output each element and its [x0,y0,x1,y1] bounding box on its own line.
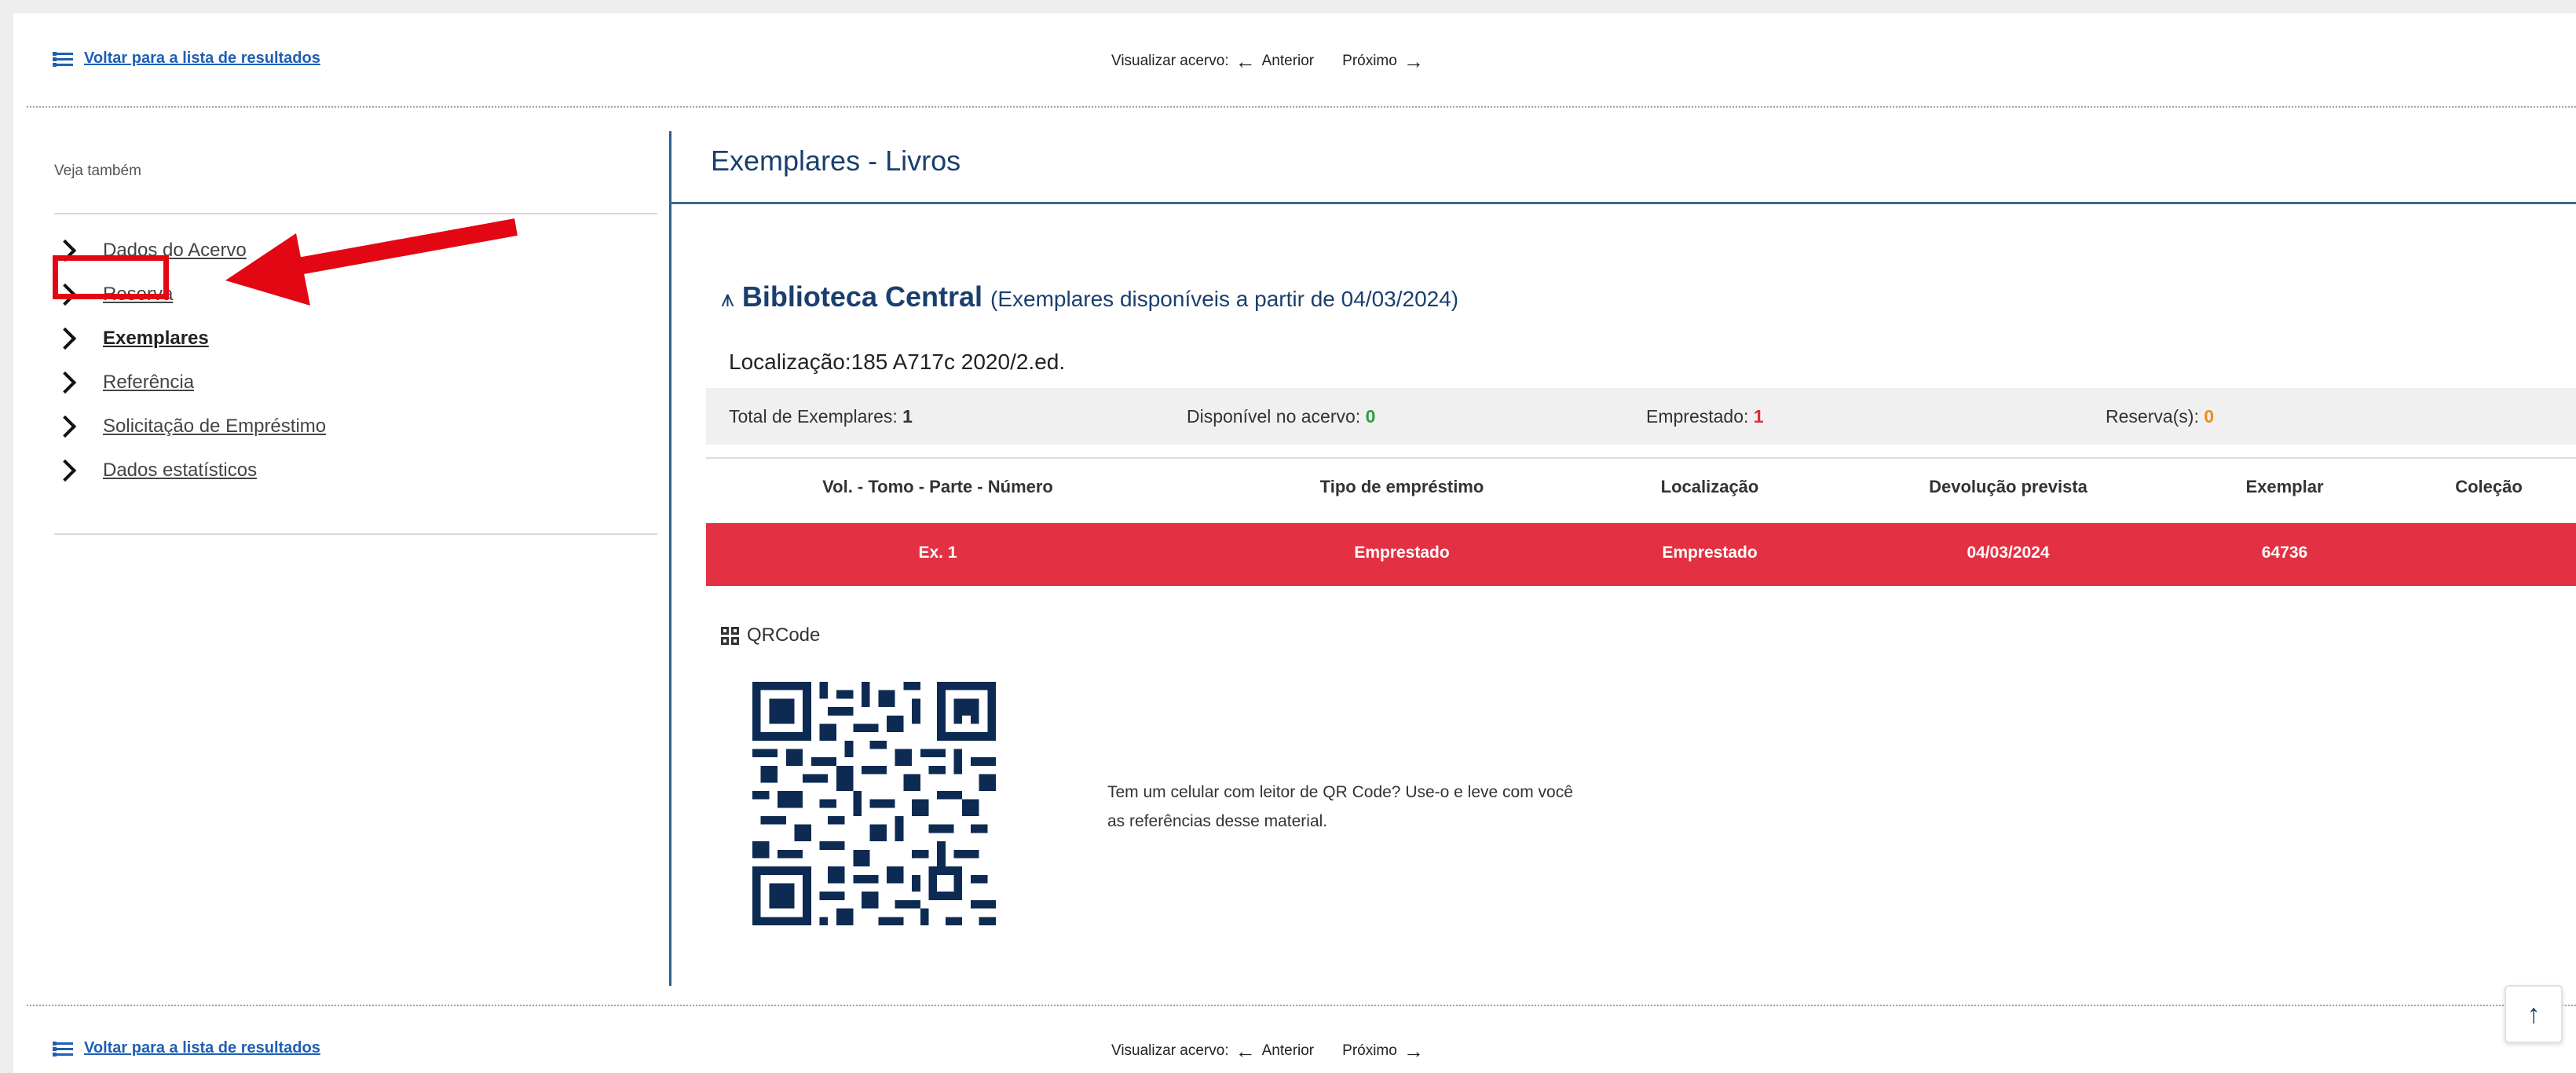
sidebar-item-dados-estatisticos[interactable]: Dados estatísticos [53,449,326,493]
sidebar: Veja também Dados do Acervo Reserva Exem… [53,131,657,540]
column-header: Vol. - Tomo - Parte - Número [822,477,1053,496]
column-header: Tipo de empréstimo [1319,477,1484,496]
page-title: Exemplares - Livros [711,145,961,177]
arrow-left-icon: ← [1235,49,1256,73]
prev-label: Anterior [1261,53,1315,69]
cell-tipo-emprestimo: Emprestado [1354,544,1450,562]
sidebar-item-referencia[interactable]: Referência [53,361,326,405]
list-icon [53,51,73,67]
table-row[interactable]: Ex. 1 Emprestado Emprestado 04/03/2024 6… [706,523,2576,586]
next-button[interactable]: Próximo → [1342,51,1424,71]
back-to-results-link[interactable]: Voltar para a lista de resultados [53,49,320,68]
arrow-up-icon: ↑ [2527,998,2541,1029]
column-header: Localização [1660,477,1759,496]
arrow-right-icon: → [1403,49,1424,73]
title-rule [669,202,2576,204]
emprestado: Emprestado: 1 [1646,406,1764,427]
disponivel-acervo: Disponível no acervo: 0 [1187,406,1375,427]
total-exemplares: Total de Exemplares: 1 [729,406,913,427]
qrcode-label: QRCode [721,624,820,646]
cell-localizacao: Emprestado [1662,544,1758,562]
res-label: Reserva(s): [2106,405,2199,427]
cell-exemplar: 64736 [2261,544,2308,562]
page: Voltar para a lista de resultados Visual… [13,13,2576,1073]
column-header: Devolução prevista [1929,477,2088,496]
column-header: Exemplar [2245,477,2324,496]
sidebar-bottom-rule [54,533,657,535]
sidebar-item-label: Exemplares [103,328,209,349]
sidebar-item-solicitacao-emprestimo[interactable]: Solicitação de Empréstimo [53,405,327,449]
sidebar-item-exemplares[interactable]: Exemplares [53,317,326,361]
chevron-right-icon [53,327,77,350]
back-to-results-label: Voltar para a lista de resultados [84,49,320,67]
sidebar-item-label: Dados estatísticos [103,460,258,481]
arrow-left-icon: ← [1235,1039,1256,1063]
reservas: Reserva(s): 0 [2106,406,2214,427]
bottom-divider [27,1005,2576,1006]
annotation-arrow-icon [225,218,518,306]
qrcode-description: Tem um celular com leitor de QR Code? Us… [1107,783,1573,830]
visualizar-label: Visualizar acervo: [1111,1042,1229,1059]
library-availability-note: (Exemplares disponíveis a partir de 04/0… [990,287,1459,311]
arrow-right-icon: → [1403,1039,1424,1063]
library-heading: ⩚ Biblioteca Central (Exemplares disponí… [721,280,1458,313]
prev-label: Anterior [1261,1042,1315,1059]
chevron-right-icon [53,415,77,438]
disp-label: Disponível no acervo: [1187,405,1361,427]
prev-button[interactable]: ← Anterior [1235,51,1315,71]
total-label: Total de Exemplares: [729,405,898,427]
next-label: Próximo [1342,1042,1397,1059]
res-value: 0 [2204,405,2215,427]
emp-value: 1 [1753,405,1764,427]
chevron-right-icon [53,371,77,394]
library-icon: ⩚ [721,286,734,312]
scroll-to-top-button[interactable]: ↑ [2505,985,2563,1043]
content-divider [669,131,671,986]
next-label: Próximo [1342,53,1397,69]
top-divider [27,106,2576,108]
cell-volume: Ex. 1 [918,544,957,562]
disp-value: 0 [1365,405,1376,427]
total-value: 1 [902,405,913,427]
record-navigation-bottom: Visualizar acervo: ← Anterior Próximo → [1111,1041,1424,1061]
table-header-rule [706,457,2576,459]
back-to-results-label: Voltar para a lista de resultados [84,1039,320,1057]
reserva-highlight-box [53,255,169,299]
prev-button[interactable]: ← Anterior [1235,1041,1315,1061]
summary-bar: Total de Exemplares: 1 Disponível no ace… [706,388,2576,445]
qrcode-label-text: QRCode [747,624,821,646]
emp-label: Emprestado: [1646,405,1749,427]
call-number: Localização:185 A717c 2020/2.ed. [729,350,1066,374]
sidebar-item-label: Solicitação de Empréstimo [103,416,327,437]
qrcode-icon [721,626,739,645]
next-button[interactable]: Próximo → [1342,1041,1424,1061]
cell-devolucao-prevista: 04/03/2024 [1967,544,2050,562]
library-name: Biblioteca Central [741,280,982,313]
list-icon [53,1041,73,1057]
column-header: Coleção [2455,477,2523,496]
sidebar-item-label: Referência [103,372,195,393]
see-also-heading: Veja também [54,163,141,179]
visualizar-label: Visualizar acervo: [1111,53,1229,69]
chevron-right-icon [53,459,77,482]
qrcode-image [752,682,996,925]
back-to-results-link-bottom[interactable]: Voltar para a lista de resultados [53,1039,320,1057]
record-navigation: Visualizar acervo: ← Anterior Próximo → [1111,51,1424,71]
